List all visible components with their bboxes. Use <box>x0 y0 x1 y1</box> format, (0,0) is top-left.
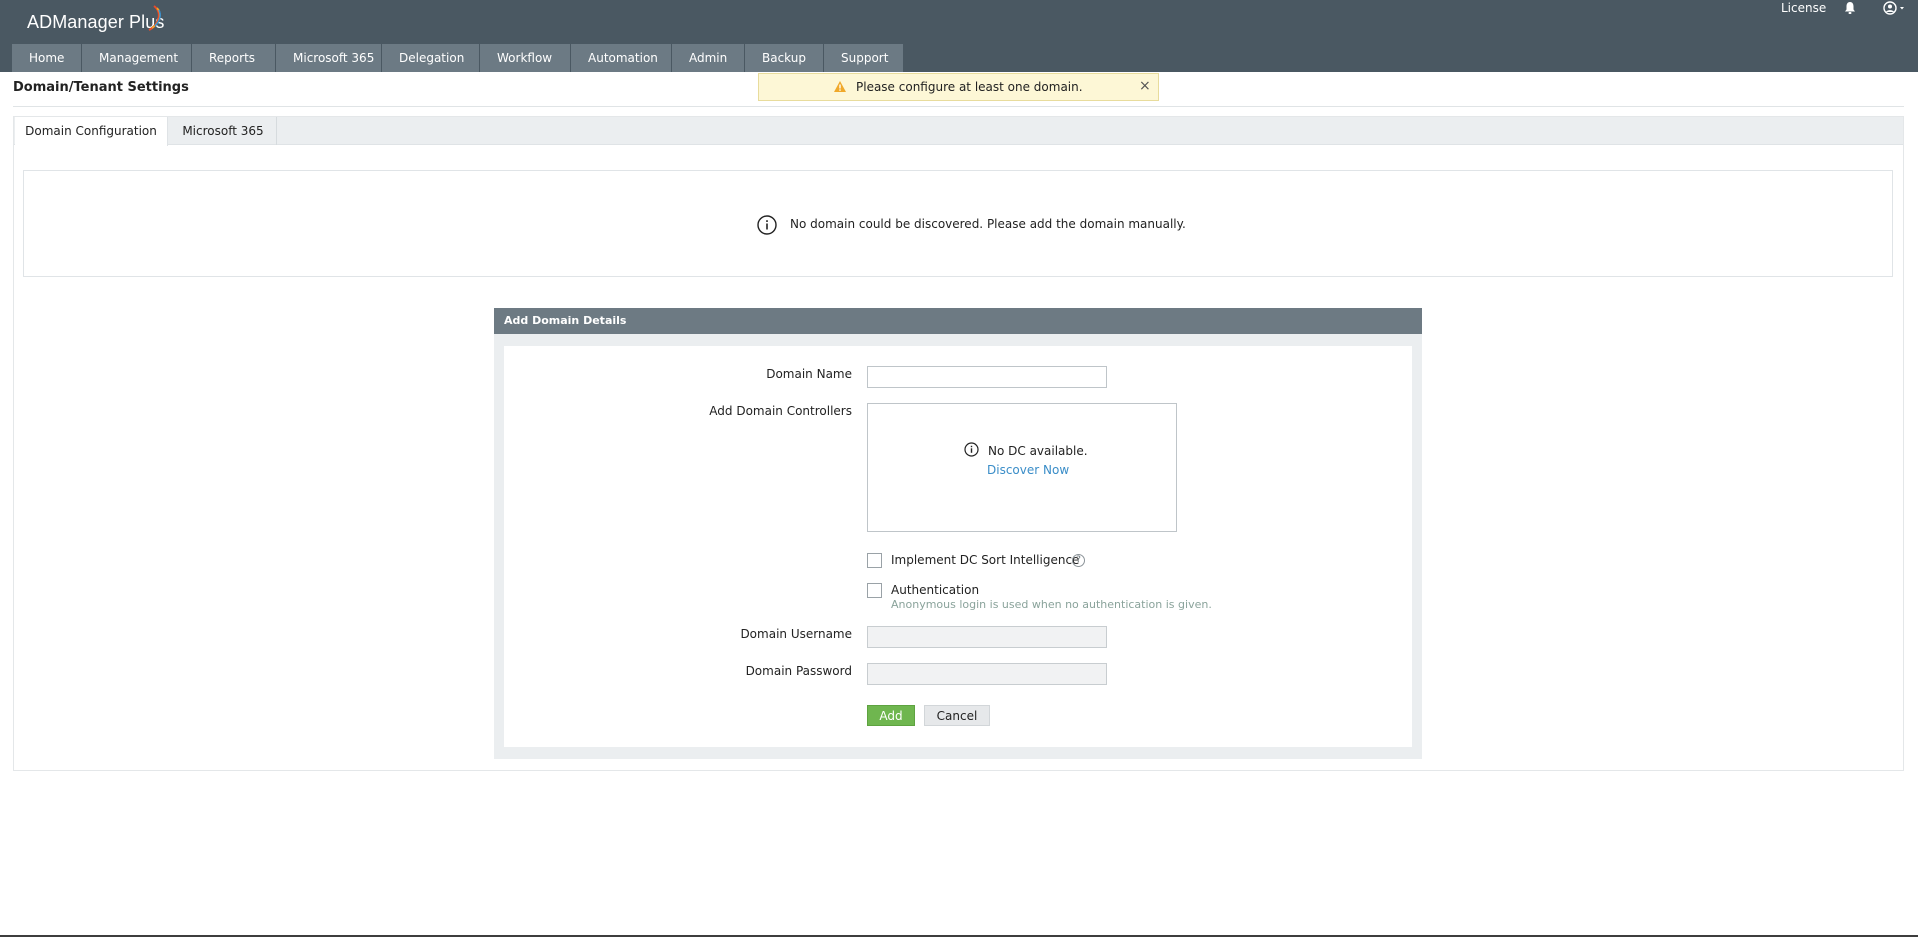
discovery-info-text: No domain could be discovered. Please ad… <box>790 217 1186 231</box>
logo-arc-icon <box>148 5 161 31</box>
add-button[interactable]: Add <box>867 705 915 726</box>
alert-message: Please configure at least one domain. <box>856 80 1083 94</box>
nav-reports[interactable]: Reports <box>192 44 276 72</box>
domain-name-label: Domain Name <box>766 367 852 381</box>
tab-domain-configuration[interactable]: Domain Configuration <box>15 117 168 146</box>
nav-microsoft-365[interactable]: Microsoft 365 <box>276 44 382 72</box>
domain-username-input[interactable] <box>867 626 1107 648</box>
add-domain-header: Add Domain Details <box>494 308 1422 334</box>
discovery-info-panel: No domain could be discovered. Please ad… <box>23 170 1893 277</box>
domain-username-label: Domain Username <box>740 627 852 641</box>
add-domain-form: Domain Name Add Domain Controllers No DC… <box>504 346 1412 747</box>
nav-automation[interactable]: Automation <box>571 44 672 72</box>
license-link[interactable]: License <box>1781 1 1826 15</box>
nav-admin[interactable]: Admin <box>672 44 745 72</box>
cancel-button[interactable]: Cancel <box>924 705 990 726</box>
help-icon[interactable]: ? <box>1072 554 1085 567</box>
app-logo[interactable]: ADManager Plus <box>27 12 164 33</box>
domain-controllers-label: Add Domain Controllers <box>709 404 852 418</box>
settings-tabs: Domain Configuration Microsoft 365 <box>14 117 1903 146</box>
info-icon <box>757 215 777 235</box>
domain-password-input[interactable] <box>867 663 1107 685</box>
dc-sort-intelligence-label: Implement DC Sort Intelligence <box>891 553 1080 567</box>
domain-name-input[interactable] <box>867 366 1107 388</box>
tab-microsoft-365[interactable]: Microsoft 365 <box>170 117 277 145</box>
nav-support[interactable]: Support <box>824 44 904 72</box>
page-title: Domain/Tenant Settings <box>13 80 189 95</box>
nav-delegation[interactable]: Delegation <box>382 44 480 72</box>
domain-controllers-box: No DC available. Discover Now <box>867 403 1177 532</box>
nav-management[interactable]: Management <box>82 44 192 72</box>
warning-icon <box>834 81 846 92</box>
nav-home[interactable]: Home <box>12 44 82 72</box>
authentication-checkbox[interactable] <box>867 583 882 598</box>
authentication-label: Authentication <box>891 583 980 597</box>
discover-now-link[interactable]: Discover Now <box>987 463 1069 477</box>
domain-password-label: Domain Password <box>745 664 852 678</box>
add-domain-card: Add Domain Details Domain Name Add Domai… <box>494 308 1422 759</box>
no-dc-text: No DC available. <box>988 444 1088 458</box>
dc-sort-intelligence-checkbox[interactable] <box>867 553 882 568</box>
nav-workflow[interactable]: Workflow <box>480 44 571 72</box>
user-icon[interactable] <box>1883 1 1911 15</box>
nav-backup[interactable]: Backup <box>745 44 824 72</box>
warning-alert: Please configure at least one domain. × <box>758 73 1159 101</box>
close-icon[interactable]: × <box>1139 78 1151 94</box>
info-icon <box>964 442 979 457</box>
title-divider <box>13 106 1904 107</box>
bell-icon[interactable] <box>1843 1 1857 15</box>
main-navigation: Home Management Reports Microsoft 365 De… <box>12 44 904 72</box>
authentication-hint: Anonymous login is used when no authenti… <box>891 598 1212 611</box>
